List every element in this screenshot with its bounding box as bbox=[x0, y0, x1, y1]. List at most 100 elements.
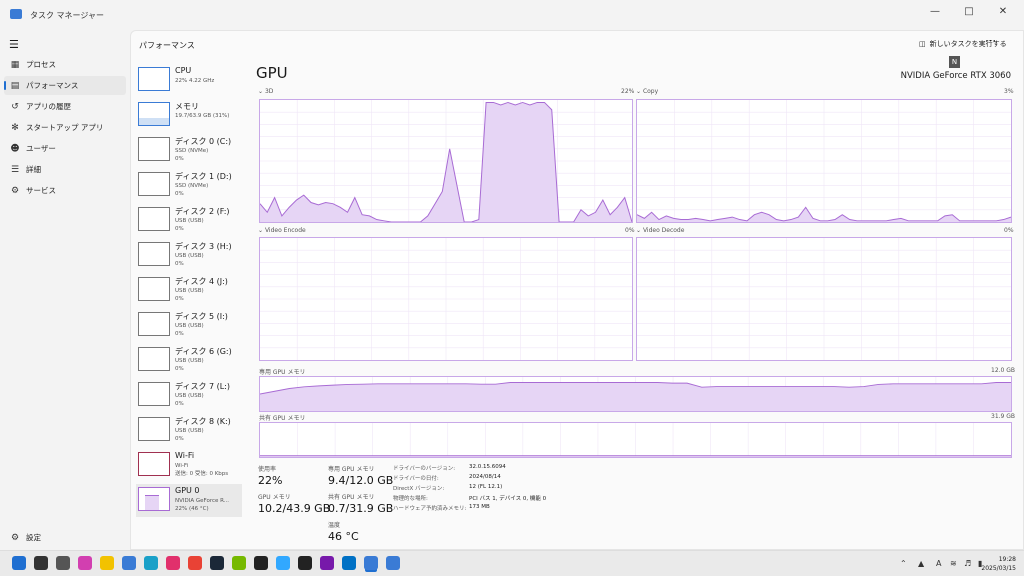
temperature-value: 46 °C bbox=[328, 530, 359, 543]
resource-item[interactable]: ディスク 2 (F:) USB (USB) 0% bbox=[136, 204, 242, 237]
resource-subtext: SSD (NVMe) 0% bbox=[175, 147, 208, 163]
steam-icon[interactable] bbox=[210, 556, 224, 570]
nav-startup-apps[interactable]: ✻ スタートアップ アプリ bbox=[4, 118, 126, 137]
resource-item[interactable]: Wi-Fi Wi-Fi 送信: 0 受信: 0 Kbps bbox=[136, 449, 242, 482]
store-icon[interactable] bbox=[122, 556, 136, 570]
resource-subtext-line: 0% bbox=[175, 436, 184, 442]
details-icon: ☰ bbox=[10, 164, 20, 175]
minimize-button[interactable]: — bbox=[918, 0, 952, 22]
instagram-icon[interactable] bbox=[166, 556, 180, 570]
lightroom-icon[interactable] bbox=[276, 556, 290, 570]
resource-item[interactable]: ディスク 6 (G:) USB (USB) 0% bbox=[136, 344, 242, 377]
edge-icon[interactable] bbox=[144, 556, 158, 570]
davinci-icon[interactable] bbox=[254, 556, 268, 570]
engine-name: Video Decode bbox=[642, 227, 685, 234]
resource-item[interactable]: ディスク 8 (K:) USB (USB) 0% bbox=[136, 414, 242, 447]
nav-label: パフォーマンス bbox=[26, 81, 79, 90]
resource-subtext: USB (USB) 0% bbox=[175, 392, 204, 408]
maximize-button[interactable]: □ bbox=[952, 0, 986, 22]
resource-thumbnail bbox=[138, 452, 170, 476]
engine-decode-label: ⌄ Video Decode bbox=[636, 227, 685, 234]
app-icon[interactable] bbox=[298, 556, 312, 570]
nav-performance[interactable]: ▤ パフォーマンス bbox=[4, 76, 126, 95]
info-key: ドライバーの日付: bbox=[393, 476, 439, 482]
shared-memory-max: 31.9 GB bbox=[991, 413, 1016, 420]
copilot-icon[interactable] bbox=[78, 556, 92, 570]
resource-name: GPU 0 bbox=[175, 486, 200, 495]
dedicated-memory-max: 12.0 GB bbox=[991, 367, 1016, 374]
resource-item[interactable]: CPU 22% 4.22 GHz bbox=[136, 64, 242, 97]
info-value: 2024/08/14 bbox=[469, 474, 501, 480]
resource-subtext-line: 0% bbox=[175, 401, 184, 407]
engine-copy-graph bbox=[636, 99, 1012, 223]
startup-icon: ✻ bbox=[11, 122, 19, 133]
resource-subtext: Wi-Fi 送信: 0 受信: 0 Kbps bbox=[175, 462, 228, 478]
engine-encode-label: ⌄ Video Encode bbox=[258, 227, 306, 234]
paint-icon[interactable] bbox=[386, 556, 400, 570]
resource-subtext-line: 19.7/63.9 GB (31%) bbox=[175, 113, 230, 119]
wifi-icon[interactable]: ≋ bbox=[950, 559, 957, 568]
resource-subtext-line: 0% bbox=[175, 331, 184, 337]
utilization-value: 22% bbox=[258, 474, 283, 487]
volume-icon[interactable]: ♬ bbox=[964, 559, 971, 568]
nav-label: プロセス bbox=[26, 60, 56, 69]
resource-thumbnail bbox=[138, 67, 170, 91]
resource-name: ディスク 2 (F:) bbox=[175, 207, 230, 216]
resource-thumbnail bbox=[138, 417, 170, 441]
resource-item[interactable]: メモリ 19.7/63.9 GB (31%) bbox=[136, 99, 242, 132]
engine-3d-graph bbox=[259, 99, 633, 223]
close-button[interactable]: ✕ bbox=[986, 0, 1020, 22]
resource-thumbnail bbox=[138, 487, 170, 511]
resource-item[interactable]: ディスク 5 (I:) USB (USB) 0% bbox=[136, 309, 242, 342]
taskview-icon[interactable] bbox=[56, 556, 70, 570]
resource-subtext-line: 22% 4.22 GHz bbox=[175, 78, 215, 84]
engine-name: 3D bbox=[264, 88, 274, 95]
app-tray-icon[interactable]: ▲ bbox=[918, 559, 924, 568]
nav-settings[interactable]: ⚙ 設定 bbox=[4, 528, 126, 547]
chevron-up-icon[interactable]: ⌃ bbox=[900, 559, 907, 568]
nav-services[interactable]: ⚙ サービス bbox=[4, 181, 126, 200]
nav-processes[interactable]: ▦ プロセス bbox=[4, 55, 126, 74]
nav-users[interactable]: ☻ ユーザー bbox=[4, 139, 126, 158]
resource-item[interactable]: ディスク 7 (L:) USB (USB) 0% bbox=[136, 379, 242, 412]
engine-name: Copy bbox=[642, 88, 659, 95]
onenote-icon[interactable] bbox=[320, 556, 334, 570]
nvidia-icon[interactable] bbox=[232, 556, 246, 570]
gpu-mem-label: GPU メモリ bbox=[258, 494, 291, 501]
resource-item[interactable]: ディスク 3 (H:) USB (USB) 0% bbox=[136, 239, 242, 272]
dedicated-memory-graph bbox=[259, 376, 1012, 412]
more-options-button[interactable]: ⋯ bbox=[985, 34, 996, 47]
resource-item[interactable]: GPU 0 NVIDIA GeForce R... 22% (46 °C) bbox=[136, 484, 242, 517]
task-manager-icon bbox=[10, 9, 22, 19]
nav-app-history[interactable]: ↺ アプリの履歴 bbox=[4, 97, 126, 116]
resource-name: ディスク 8 (K:) bbox=[175, 417, 231, 426]
nav-details[interactable]: ☰ 詳細 bbox=[4, 160, 126, 179]
services-icon: ⚙ bbox=[10, 185, 20, 196]
resource-subtext: USB (USB) 0% bbox=[175, 357, 204, 373]
language-icon[interactable]: A bbox=[936, 559, 941, 568]
intel-icon[interactable] bbox=[342, 556, 356, 570]
run-task-icon: ◫ bbox=[919, 40, 926, 48]
taskmanager-icon[interactable] bbox=[364, 556, 378, 570]
resource-subtext: 19.7/63.9 GB (31%) bbox=[175, 112, 229, 120]
start-icon[interactable] bbox=[12, 556, 26, 570]
resource-item[interactable]: ディスク 0 (C:) SSD (NVMe) 0% bbox=[136, 134, 242, 167]
hamburger-icon[interactable]: ☰ bbox=[9, 38, 19, 51]
resource-subtext-line: NVIDIA GeForce R... bbox=[175, 498, 230, 504]
resource-item[interactable]: ディスク 4 (J:) USB (USB) 0% bbox=[136, 274, 242, 307]
shared-mem-label: 共有 GPU メモリ bbox=[328, 494, 375, 501]
info-value: 12 (FL 12.1) bbox=[469, 484, 503, 490]
search-icon[interactable] bbox=[34, 556, 48, 570]
resource-subtext: NVIDIA GeForce R... 22% (46 °C) bbox=[175, 497, 229, 513]
resource-subtext-line: 0% bbox=[175, 191, 184, 197]
clock[interactable]: 19:28 2025/03/15 bbox=[981, 555, 1016, 573]
gpu-mem-value: 10.2/43.9 GB bbox=[258, 502, 331, 515]
explorer-icon[interactable] bbox=[100, 556, 114, 570]
resource-thumbnail bbox=[138, 242, 170, 266]
nav-label: スタートアップ アプリ bbox=[26, 123, 104, 132]
resource-item[interactable]: ディスク 1 (D:) SSD (NVMe) 0% bbox=[136, 169, 242, 202]
resource-subtext-line: USB (USB) bbox=[175, 358, 204, 364]
resource-thumbnail bbox=[138, 172, 170, 196]
resource-subtext-line: USB (USB) bbox=[175, 428, 204, 434]
chrome-icon[interactable] bbox=[188, 556, 202, 570]
